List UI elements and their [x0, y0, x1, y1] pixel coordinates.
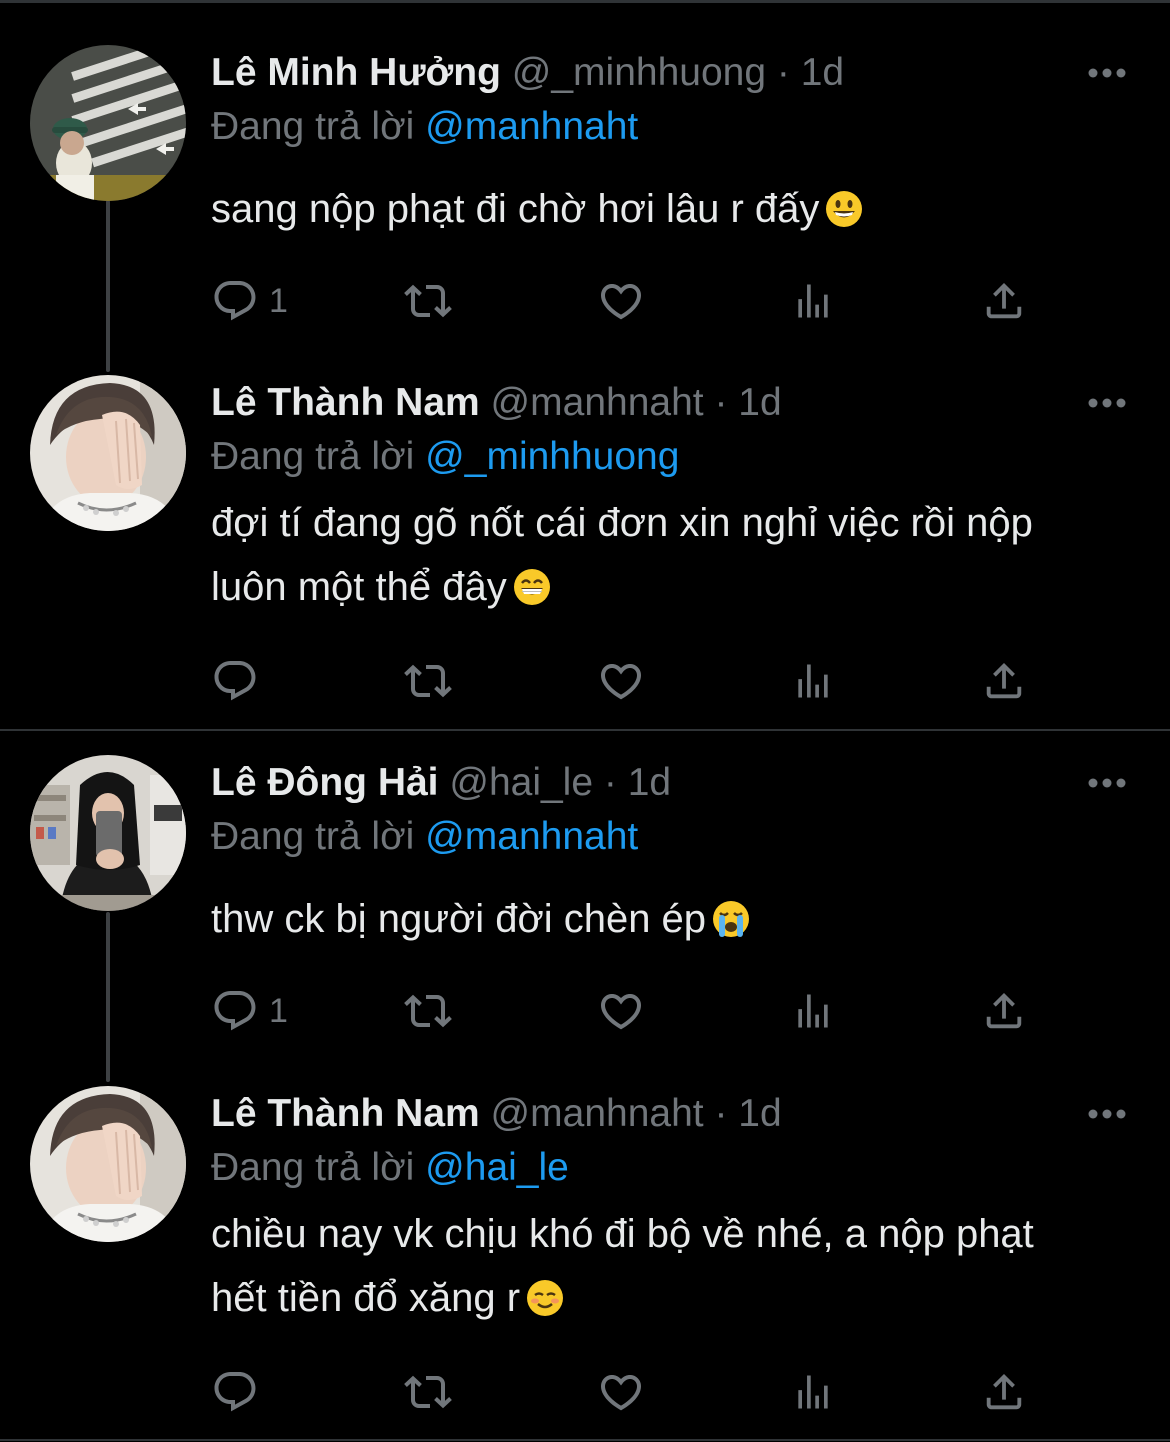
avatar[interactable] [30, 1086, 186, 1242]
tweet-text: sang nộp phạt đi chờ hơi lâu r đấy [211, 177, 1141, 241]
handle[interactable]: @hai_le [449, 761, 593, 804]
views-icon [798, 1375, 828, 1409]
meta-separator: · [714, 381, 728, 424]
replying-to-label: Đang trả lời [211, 815, 415, 858]
mention-link[interactable]: @hai_le [425, 1146, 569, 1189]
more-icon[interactable] [1087, 1106, 1127, 1122]
reply-button[interactable]: 1 [211, 273, 288, 329]
avatar[interactable] [30, 755, 186, 911]
retweet-icon [404, 994, 452, 1028]
thread-divider [0, 729, 1170, 731]
share-button[interactable] [981, 983, 1027, 1039]
more-icon[interactable] [1087, 775, 1127, 791]
handle[interactable]: @manhnaht [491, 1092, 704, 1135]
heart-icon [600, 1375, 642, 1411]
retweet-icon [404, 284, 452, 318]
mention-link[interactable]: @manhnaht [425, 815, 638, 858]
handle[interactable]: @manhnaht [491, 381, 704, 424]
meta-separator: · [603, 761, 617, 804]
mention-link[interactable]: @_minhhuong [425, 435, 679, 478]
heart-icon [600, 994, 642, 1030]
reply-icon [214, 661, 256, 701]
reply-button[interactable]: 1 [211, 983, 288, 1039]
meta-separator: · [776, 51, 790, 94]
reply-icon [214, 1372, 256, 1412]
share-icon [986, 992, 1022, 1029]
tweet-text: chiều nay vk chịu khó đi bộ về nhé, a nộ… [211, 1202, 1141, 1330]
views-icon [798, 994, 828, 1028]
timestamp[interactable]: 1d [738, 381, 781, 424]
thread-connector [106, 200, 110, 372]
reply-icon [214, 281, 256, 321]
bottom-divider [0, 1439, 1170, 1441]
tweet-text: thw ck bị người đời chèn ép [211, 887, 1141, 951]
views-icon [798, 284, 828, 318]
reply-button[interactable] [211, 1364, 269, 1420]
timestamp[interactable]: 1d [628, 761, 671, 804]
like-button[interactable] [596, 273, 646, 329]
display-name[interactable]: Lê Đông Hải [211, 761, 439, 804]
tweet-text-line: thw ck bị người đời chèn ép [211, 897, 707, 941]
timestamp[interactable]: 1d [738, 1092, 781, 1135]
display-name[interactable]: Lê Thành Nam [211, 1092, 480, 1135]
retweet-icon [404, 1375, 452, 1409]
heart-icon [600, 664, 642, 700]
tweet-text-line: hết tiền đổ xăng r [211, 1276, 521, 1320]
tweet-text: đợi tí đang gõ nốt cái đơn xin nghỉ việc… [211, 491, 1141, 619]
grinning-face-emoji [825, 183, 863, 227]
share-icon [986, 662, 1022, 699]
retweet-button[interactable] [401, 273, 455, 329]
views-button[interactable] [791, 273, 835, 329]
thread-connector [106, 912, 110, 1082]
like-button[interactable] [596, 983, 646, 1039]
share-button[interactable] [981, 1364, 1027, 1420]
smiling-blush-emoji [526, 1272, 564, 1316]
share-icon [986, 282, 1022, 319]
reply-count: 1 [269, 281, 288, 320]
reply-button[interactable] [211, 653, 269, 709]
reply-count: 1 [269, 991, 288, 1030]
more-icon[interactable] [1087, 395, 1127, 411]
like-button[interactable] [596, 1364, 646, 1420]
mention-link[interactable]: @manhnaht [425, 105, 638, 148]
views-icon [798, 664, 828, 698]
display-name[interactable]: Lê Minh Hưởng [211, 51, 501, 94]
like-button[interactable] [596, 653, 646, 709]
top-border [0, 0, 1170, 3]
avatar[interactable] [30, 45, 186, 201]
views-button[interactable] [791, 653, 835, 709]
retweet-button[interactable] [401, 983, 455, 1039]
replying-to-label: Đang trả lời [211, 1146, 415, 1189]
retweet-button[interactable] [401, 1364, 455, 1420]
share-icon [986, 1373, 1022, 1410]
more-icon[interactable] [1087, 65, 1127, 81]
tweet-text-line: chiều nay vk chịu khó đi bộ về nhé, a nộ… [211, 1212, 1034, 1256]
tweet-text-line: sang nộp phạt đi chờ hơi lâu r đấy [211, 187, 820, 231]
display-name[interactable]: Lê Thành Nam [211, 381, 480, 424]
replying-to-label: Đang trả lời [211, 105, 415, 148]
heart-icon [600, 284, 642, 320]
timestamp[interactable]: 1d [801, 51, 844, 94]
tweet-text-line: đợi tí đang gõ nốt cái đơn xin nghỉ việc… [211, 501, 1033, 545]
retweet-button[interactable] [401, 653, 455, 709]
beaming-face-emoji [513, 561, 551, 605]
views-button[interactable] [791, 983, 835, 1039]
replying-to-label: Đang trả lời [211, 435, 415, 478]
tweet-text-line: luôn một thể đây [211, 565, 507, 609]
share-button[interactable] [981, 653, 1027, 709]
handle[interactable]: @_minhhuong [512, 51, 766, 94]
share-button[interactable] [981, 273, 1027, 329]
meta-separator: · [714, 1092, 728, 1135]
avatar[interactable] [30, 375, 186, 531]
retweet-icon [404, 664, 452, 698]
views-button[interactable] [791, 1364, 835, 1420]
reply-icon [214, 991, 256, 1031]
crying-face-emoji [712, 893, 750, 937]
